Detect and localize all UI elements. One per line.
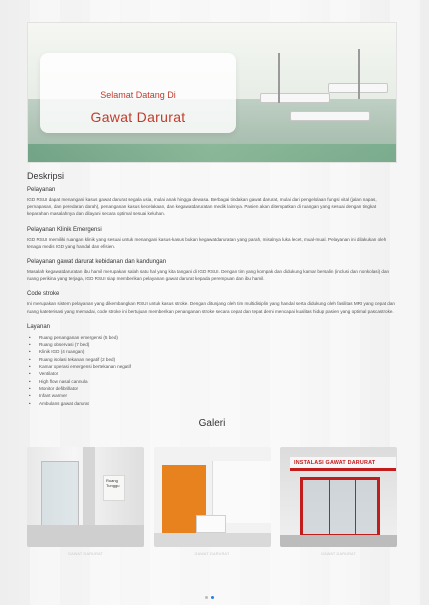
- entrance-banner: INSTALASI GAWAT DARURAT: [290, 456, 396, 471]
- section-text-code-stroke: Ini merupakan sistem pelayanan yang dike…: [27, 301, 395, 314]
- section-text-klinik-emergensi: IGD RSUI memiliki ruangan klinik yang se…: [27, 236, 387, 249]
- services-list: Ruang penanganan emergensi (5 bed) Ruang…: [27, 334, 397, 407]
- gallery-image-entrance[interactable]: INSTALASI GAWAT DARURAT: [280, 446, 397, 547]
- gallery-item-1[interactable]: Ruang Tunggu GAWAT DARURAT: [27, 446, 144, 556]
- description-heading: Deskripsi: [27, 171, 65, 181]
- list-item: Monitor defibrillator: [27, 385, 397, 393]
- section-text-kebidanan: Masalah kegawatdaruratan ibu hamil merup…: [27, 269, 390, 282]
- list-item: Ambulans gawat darurat: [27, 400, 397, 408]
- gallery-caption: GAWAT DARURAT: [67, 551, 103, 556]
- carousel-dot-active[interactable]: [211, 596, 214, 599]
- gallery-image-waiting-room[interactable]: Ruang Tunggu: [27, 446, 144, 547]
- list-item: Infant warmer: [27, 392, 397, 400]
- section-title-code-stroke: Code stroke: [27, 291, 60, 298]
- carousel-dot[interactable]: [205, 596, 208, 599]
- hero-welcome-text: Selamat Datang Di: [100, 90, 176, 100]
- list-item: Ruang observasi (7 bed): [27, 341, 397, 349]
- services-title: Layanan: [27, 323, 51, 330]
- carousel-pagination: [205, 596, 214, 599]
- list-item: High flow nasal cannula: [27, 378, 397, 386]
- gallery-item-2[interactable]: GAWAT DARURAT: [153, 446, 271, 556]
- list-item: Kamar operasi emergensi bertekanan negat…: [27, 363, 397, 371]
- gallery-caption: GAWAT DARURAT: [194, 551, 230, 556]
- section-title-pelayanan: Pelayanan: [27, 187, 56, 193]
- gallery-carousel: Ruang Tunggu GAWAT DARURAT GAWAT DARURAT…: [27, 446, 397, 556]
- waiting-room-sign: Ruang Tunggu: [103, 474, 125, 501]
- gallery-title: Galeri: [198, 417, 226, 429]
- section-text-pelayanan: IGD RSUI dapat menangani kasus gawat dar…: [27, 197, 377, 217]
- section-title-kebidanan: Pelayanan gawat darurat kebidanan dan ka…: [27, 259, 167, 266]
- list-item: Ventilator: [27, 370, 397, 378]
- list-item: Ruang penanganan emergensi (5 bed): [27, 334, 397, 342]
- list-item: Ruang isolasi tekanan negatif (2 bed): [27, 356, 397, 364]
- gallery-item-3[interactable]: INSTALASI GAWAT DARURAT GAWAT DARURAT: [280, 446, 397, 556]
- gallery-image-reception[interactable]: [153, 446, 271, 547]
- gallery-caption: GAWAT DARURAT: [320, 551, 356, 556]
- list-item: Klinik IGD (4 ruangan): [27, 348, 397, 356]
- section-title-klinik-emergensi: Pelayanan Klinik Emergensi: [27, 226, 102, 233]
- hero-title: Gawat Darurat: [90, 109, 186, 125]
- hero-welcome-panel: Selamat Datang Di Gawat Darurat: [40, 53, 236, 133]
- hero-banner: Selamat Datang Di Gawat Darurat: [27, 22, 397, 163]
- main-content: Selamat Datang Di Gawat Darurat Deskrips…: [27, 22, 397, 556]
